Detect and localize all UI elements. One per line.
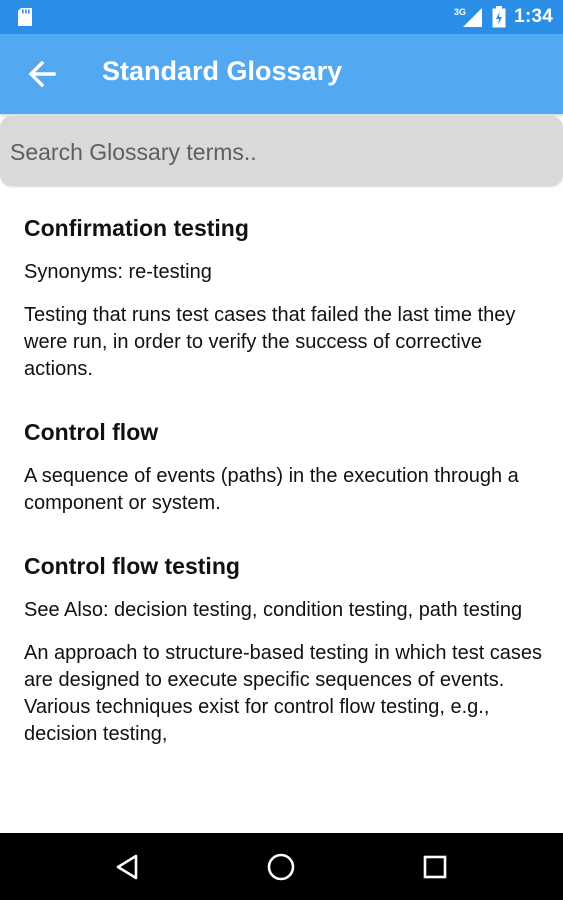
search-box [0,116,563,186]
term-definition: A sequence of events (paths) in the exec… [24,465,519,514]
back-triangle-icon [116,854,138,880]
glossary-term[interactable]: Confirmation testing Synonyms: re-testin… [24,213,544,383]
navigation-bar [0,833,563,900]
term-definition: An approach to structure-based testing i… [24,642,543,745]
search-input[interactable] [8,129,552,175]
glossary-term[interactable]: Control flow A sequence of events (paths… [24,417,544,517]
glossary-list: Confirmation testing Synonyms: re-testin… [24,200,544,832]
nav-back-button[interactable] [106,846,148,888]
home-circle-icon [267,853,295,881]
app-bar: Standard Glossary [0,34,563,114]
term-title: Control flow testing [24,553,240,579]
term-title: Confirmation testing [24,215,249,241]
back-button[interactable] [22,54,62,94]
sd-card-icon [18,8,32,26]
term-title: Control flow [24,419,159,445]
term-synonyms: Synonyms: re-testing [24,261,212,283]
status-icons: 3G 1:34 [454,5,553,29]
term-see-also: See Also: decision testing, condition te… [24,599,523,621]
term-definition: Testing that runs test cases that failed… [24,304,516,380]
recents-square-icon [423,855,447,879]
battery-icon [492,6,506,28]
glossary-term[interactable]: Control flow testing See Also: decision … [24,551,544,748]
nav-recents-button[interactable] [414,846,456,888]
page-title: Standard Glossary [102,56,343,86]
status-time: 1:34 [514,6,553,27]
nav-home-button[interactable] [260,846,302,888]
status-bar: 3G 1:34 [0,0,563,34]
signal-icon: 3G [454,7,483,27]
network-type-label: 3G [454,7,466,17]
arrow-back-icon [28,60,56,88]
